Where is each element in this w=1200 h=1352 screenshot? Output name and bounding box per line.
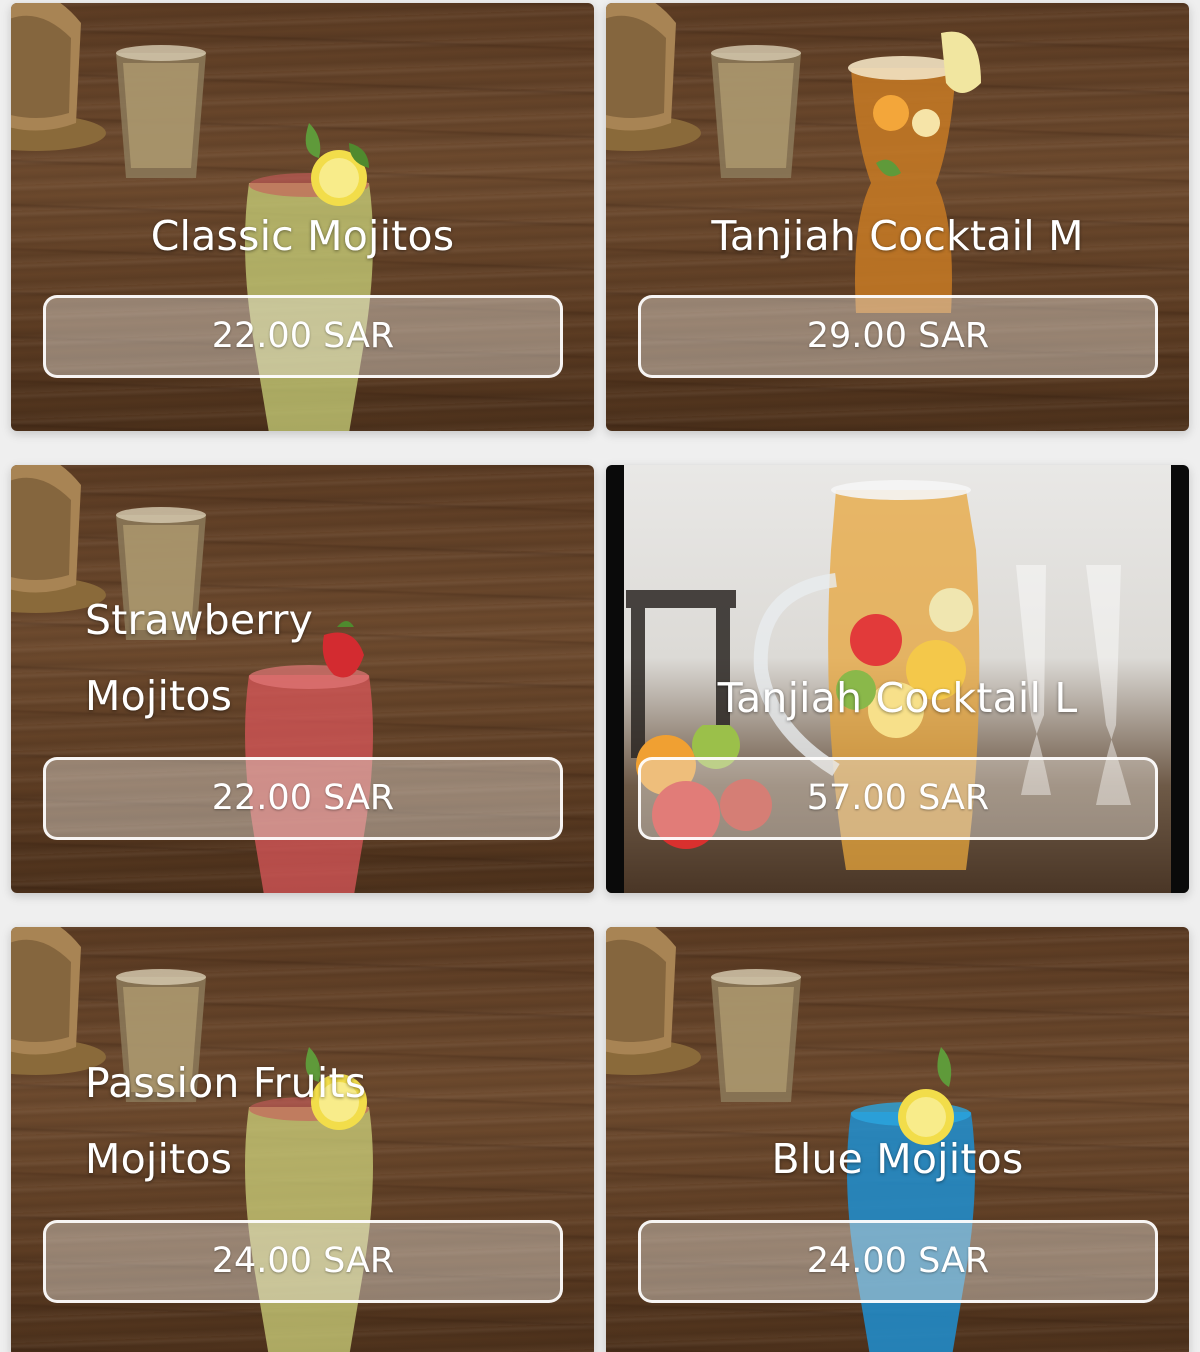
drink-glass-icon [847,1047,975,1352]
item-title-line-1: Strawberry [85,596,314,644]
menu-item-tanjiah-cocktail-l[interactable]: Tanjiah Cocktail L 57.00 SAR [606,465,1189,893]
price-button[interactable]: 29.00 SAR [638,295,1158,378]
menu-grid: Classic Mojitos 22.00 SAR Tanjiah Cockta… [0,0,1200,1352]
price-button[interactable]: 57.00 SAR [638,757,1158,840]
menu-item-blue-mojitos[interactable]: Blue Mojitos 24.00 SAR [606,927,1189,1352]
carafe-icon [848,31,981,313]
lantern-icon [606,3,701,151]
price-button[interactable]: 22.00 SAR [43,295,563,378]
item-title: Tanjiah Cocktail M [711,212,1084,260]
tea-glass-icon [711,969,801,1102]
tea-glass-icon [711,45,801,178]
lantern-icon [11,3,106,151]
item-title: Tanjiah Cocktail L [717,674,1078,722]
item-title-line-2: Mojitos [85,672,233,720]
item-title: Classic Mojitos [150,212,455,260]
item-title-line-1: Passion Fruits [85,1059,367,1107]
menu-item-tanjiah-cocktail-m[interactable]: Tanjiah Cocktail M 29.00 SAR [606,3,1189,431]
lantern-icon [606,927,701,1075]
menu-item-strawberry-mojitos[interactable]: Strawberry Mojitos 22.00 SAR [11,465,594,893]
item-title-line-2: Mojitos [85,1135,233,1183]
price-button[interactable]: 22.00 SAR [43,757,563,840]
price-button[interactable]: 24.00 SAR [638,1220,1158,1303]
menu-item-classic-mojitos[interactable]: Classic Mojitos 22.00 SAR [11,3,594,431]
price-button[interactable]: 24.00 SAR [43,1220,563,1303]
tea-glass-icon [116,45,206,178]
item-title: Blue Mojitos [771,1135,1024,1183]
menu-item-passion-fruits-mojitos[interactable]: Passion Fruits Mojitos 24.00 SAR [11,927,594,1352]
